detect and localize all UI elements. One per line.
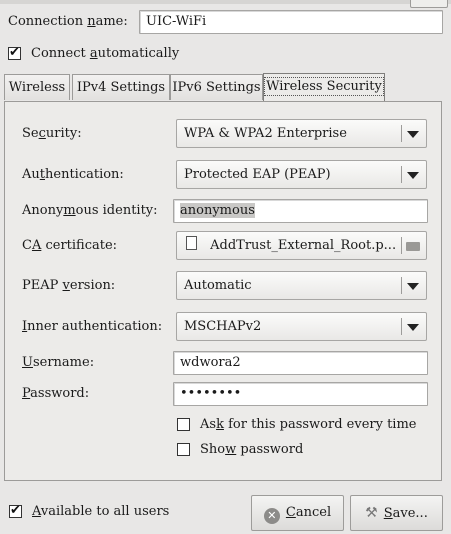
username-input[interactable]: wdwora2: [173, 351, 428, 375]
show-password-checkbox[interactable]: [177, 443, 190, 456]
ca-certificate-label: CA certificate:: [22, 238, 118, 253]
tab-ipv4-settings[interactable]: IPv4 Settings: [72, 74, 170, 100]
window-top-edge: [0, 0, 451, 4]
inner-authentication-label: Inner authentication:: [22, 319, 163, 334]
ask-password-checkbox[interactable]: [177, 418, 190, 431]
dropdown-arrow-icon: [407, 324, 419, 331]
tab-wireless[interactable]: Wireless: [4, 74, 70, 100]
checkmark-icon: ✔: [10, 503, 21, 518]
folder-icon: [406, 242, 420, 251]
connection-name-input[interactable]: UIC-WiFi: [139, 10, 443, 34]
authentication-label: Authentication:: [22, 167, 124, 182]
dropdown-arrow-icon: [407, 131, 419, 138]
username-label: Username:: [22, 355, 95, 370]
available-to-all-users-label: Available to all users: [32, 504, 170, 519]
save-button[interactable]: ⚒ Save...: [350, 495, 443, 531]
authentication-combo[interactable]: Protected EAP (PEAP): [176, 160, 427, 189]
dropdown-arrow-icon: [407, 283, 419, 290]
checkmark-icon: ✔: [9, 45, 20, 60]
anonymous-identity-label: Anonymous identity:: [22, 203, 158, 218]
dropdown-arrow-icon: [407, 172, 419, 179]
password-input[interactable]: ••••••••: [173, 382, 428, 406]
password-label: Password:: [22, 386, 90, 401]
tab-wireless-security[interactable]: Wireless Security: [263, 73, 385, 101]
cancel-icon: ✕: [263, 508, 280, 524]
cancel-label: Cancel: [285, 505, 332, 520]
save-icon: ⚒: [365, 505, 378, 521]
ca-certificate-chooser[interactable]: AddTrust_External_Root.p...: [176, 231, 427, 260]
peap-version-label: PEAP version:: [22, 278, 116, 293]
certificate-icon: [186, 236, 197, 250]
top-right-button-remnant: [410, 0, 448, 8]
security-combo[interactable]: WPA & WPA2 Enterprise: [176, 119, 427, 148]
tab-ipv6-settings[interactable]: IPv6 Settings: [170, 74, 263, 100]
connection-name-label: Connection name:: [8, 14, 128, 29]
save-label: Save...: [383, 506, 428, 521]
security-label: Security:: [22, 126, 82, 141]
cancel-button[interactable]: ✕ Cancel: [251, 495, 344, 531]
inner-authentication-combo[interactable]: MSCHAPv2: [176, 312, 427, 341]
connect-automatically-checkbox[interactable]: ✔: [8, 45, 21, 60]
anonymous-identity-input[interactable]: anonymous: [173, 199, 428, 223]
available-to-all-users-checkbox[interactable]: ✔: [9, 503, 22, 518]
ask-password-label: Ask for this password every time: [200, 417, 417, 432]
show-password-label: Show password: [200, 442, 304, 457]
peap-version-combo[interactable]: Automatic: [176, 271, 427, 300]
connect-automatically-label: Connect automatically: [31, 46, 180, 61]
